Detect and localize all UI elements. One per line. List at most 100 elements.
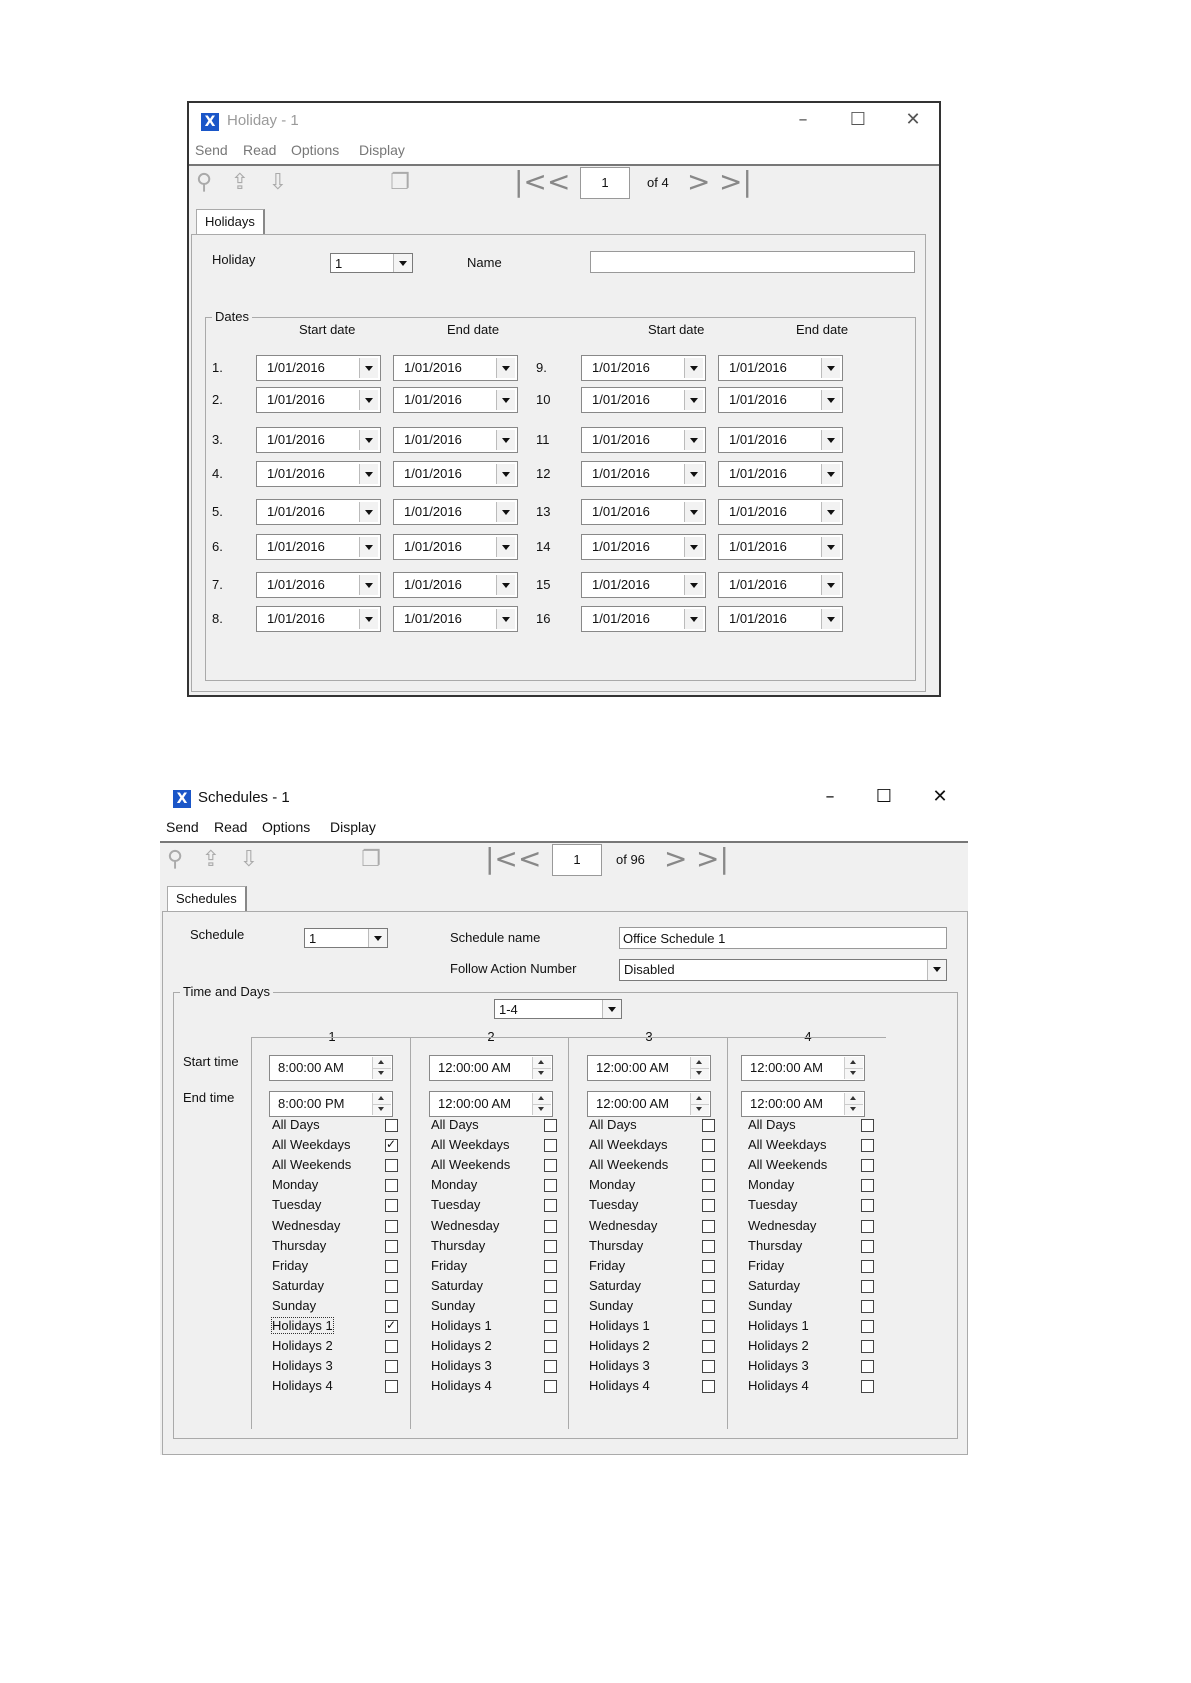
chevron-down-icon[interactable]: [821, 390, 840, 410]
chevron-down-icon[interactable]: [821, 537, 840, 557]
tab-holidays[interactable]: Holidays: [196, 209, 265, 234]
start-date-picker[interactable]: 1/01/2016: [256, 355, 381, 381]
chevron-down-icon[interactable]: [684, 358, 703, 378]
maximize-icon[interactable]: ☐: [840, 107, 876, 133]
chevron-down-icon[interactable]: [684, 390, 703, 410]
chevron-down-icon[interactable]: [368, 929, 387, 947]
end-date-picker[interactable]: 1/01/2016: [393, 355, 518, 381]
end-date-picker[interactable]: 1/01/2016: [393, 572, 518, 598]
end-time-spinner[interactable]: 12:00:00 AM: [587, 1091, 711, 1117]
minimize-icon[interactable]: –: [785, 107, 821, 133]
day-checkbox[interactable]: [861, 1299, 874, 1313]
chevron-down-icon[interactable]: [684, 464, 703, 484]
start-date-picker[interactable]: 1/01/2016: [581, 499, 706, 525]
upload-icon[interactable]: ⇪: [198, 847, 224, 873]
end-date-picker[interactable]: 1/01/2016: [718, 606, 843, 632]
schedule-select[interactable]: 1: [304, 928, 388, 948]
day-checkbox[interactable]: [385, 1259, 398, 1273]
day-checkbox[interactable]: [544, 1239, 557, 1253]
day-checkbox[interactable]: [385, 1318, 398, 1333]
chevron-down-icon[interactable]: [821, 575, 840, 595]
end-date-picker[interactable]: 1/01/2016: [718, 355, 843, 381]
start-date-picker[interactable]: 1/01/2016: [581, 427, 706, 453]
end-date-picker[interactable]: 1/01/2016: [393, 387, 518, 413]
day-checkbox[interactable]: [544, 1219, 557, 1233]
column-range-select[interactable]: 1-4: [494, 999, 622, 1019]
day-checkbox[interactable]: [385, 1119, 398, 1132]
start-date-picker[interactable]: 1/01/2016: [581, 461, 706, 487]
day-checkbox[interactable]: [544, 1299, 557, 1313]
menu-display[interactable]: Display: [330, 819, 376, 835]
start-date-picker[interactable]: 1/01/2016: [581, 355, 706, 381]
day-checkbox[interactable]: [702, 1139, 715, 1153]
start-time-spinner[interactable]: 12:00:00 AM: [429, 1055, 553, 1081]
day-checkbox[interactable]: [702, 1380, 715, 1394]
day-checkbox[interactable]: [861, 1360, 874, 1374]
chevron-down-icon[interactable]: [496, 537, 515, 557]
start-date-picker[interactable]: 1/01/2016: [256, 606, 381, 632]
chevron-down-icon[interactable]: [821, 430, 840, 450]
chevron-down-icon[interactable]: [496, 358, 515, 378]
chevron-down-icon[interactable]: [602, 1000, 621, 1018]
copy-icon[interactable]: ❐: [358, 847, 384, 873]
day-checkbox[interactable]: [861, 1199, 874, 1213]
day-checkbox[interactable]: [385, 1179, 398, 1193]
chevron-down-icon[interactable]: [927, 960, 946, 980]
chevron-down-icon[interactable]: [359, 575, 378, 595]
day-checkbox[interactable]: [385, 1380, 398, 1394]
day-checkbox[interactable]: [702, 1239, 715, 1253]
day-checkbox[interactable]: [861, 1119, 874, 1132]
menu-read[interactable]: Read: [243, 142, 276, 158]
prev-page-icon[interactable]: <: [518, 844, 541, 874]
chevron-down-icon[interactable]: [821, 358, 840, 378]
next-page-icon[interactable]: >: [687, 167, 710, 197]
last-page-icon[interactable]: >|: [696, 844, 729, 874]
start-date-picker[interactable]: 1/01/2016: [256, 387, 381, 413]
day-checkbox[interactable]: [861, 1179, 874, 1193]
day-checkbox[interactable]: [702, 1279, 715, 1293]
minimize-icon[interactable]: –: [812, 784, 848, 810]
day-checkbox[interactable]: [385, 1199, 398, 1213]
end-date-picker[interactable]: 1/01/2016: [718, 534, 843, 560]
day-checkbox[interactable]: [385, 1159, 398, 1173]
day-checkbox[interactable]: [544, 1259, 557, 1273]
day-checkbox[interactable]: [544, 1320, 557, 1333]
holiday-select[interactable]: 1: [330, 253, 413, 273]
chevron-down-icon[interactable]: [496, 575, 515, 595]
tab-schedules[interactable]: Schedules: [167, 886, 247, 911]
next-page-icon[interactable]: >: [664, 844, 687, 874]
chevron-down-icon[interactable]: [359, 390, 378, 410]
search-icon[interactable]: ⚲: [162, 847, 188, 873]
day-checkbox[interactable]: [702, 1159, 715, 1173]
chevron-down-icon[interactable]: [359, 430, 378, 450]
download-icon[interactable]: ⇩: [265, 170, 291, 196]
chevron-down-icon[interactable]: [684, 430, 703, 450]
day-checkbox[interactable]: [702, 1119, 715, 1132]
chevron-down-icon[interactable]: [684, 502, 703, 522]
day-checkbox[interactable]: [544, 1139, 557, 1153]
start-time-spinner[interactable]: 12:00:00 AM: [587, 1055, 711, 1081]
end-time-spinner[interactable]: 12:00:00 AM: [429, 1091, 553, 1117]
close-icon[interactable]: ✕: [922, 784, 958, 810]
chevron-down-icon[interactable]: [496, 430, 515, 450]
chevron-down-icon[interactable]: [684, 537, 703, 557]
upload-icon[interactable]: ⇪: [227, 170, 253, 196]
end-time-spinner[interactable]: 8:00:00 PM: [269, 1091, 393, 1117]
start-date-picker[interactable]: 1/01/2016: [581, 572, 706, 598]
day-checkbox[interactable]: [544, 1360, 557, 1374]
end-date-picker[interactable]: 1/01/2016: [718, 461, 843, 487]
download-icon[interactable]: ⇩: [236, 847, 262, 873]
start-time-spinner[interactable]: 12:00:00 AM: [741, 1055, 865, 1081]
day-checkbox[interactable]: [385, 1137, 398, 1153]
day-checkbox[interactable]: [861, 1219, 874, 1233]
menu-display[interactable]: Display: [359, 142, 405, 158]
start-date-picker[interactable]: 1/01/2016: [581, 534, 706, 560]
page-number-input[interactable]: 1: [580, 167, 630, 199]
chevron-down-icon[interactable]: [359, 464, 378, 484]
start-date-picker[interactable]: 1/01/2016: [256, 534, 381, 560]
day-checkbox[interactable]: [702, 1360, 715, 1374]
day-checkbox[interactable]: [861, 1159, 874, 1173]
chevron-down-icon[interactable]: [821, 502, 840, 522]
day-checkbox[interactable]: [702, 1299, 715, 1313]
day-checkbox[interactable]: [861, 1279, 874, 1293]
